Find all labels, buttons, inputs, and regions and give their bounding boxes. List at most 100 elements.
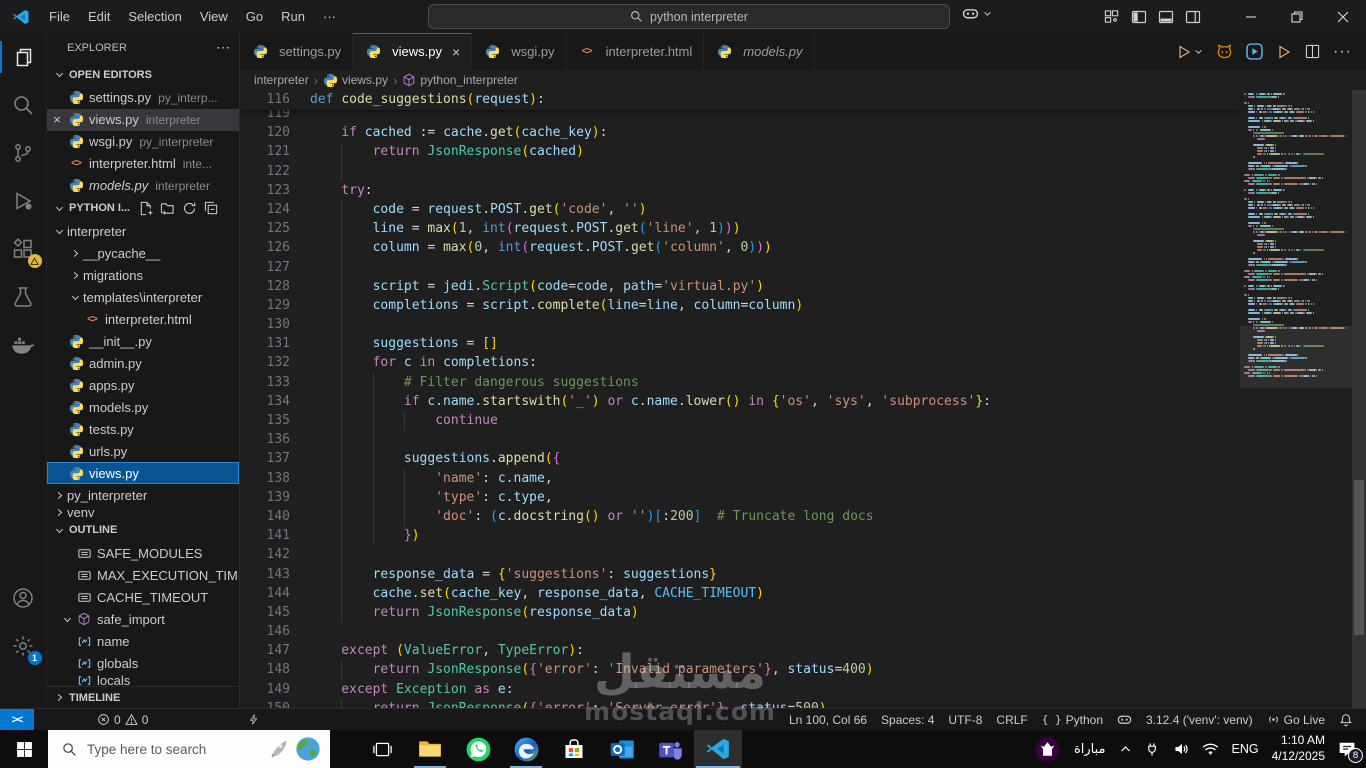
- line-number[interactable]: 144: [240, 584, 290, 603]
- line-number[interactable]: 129: [240, 296, 290, 315]
- code-line-122[interactable]: 122: [240, 161, 1240, 181]
- collapse-all-icon[interactable]: [204, 201, 219, 216]
- line-number[interactable]: 147: [240, 641, 290, 660]
- run-python-file-icon[interactable]: [1176, 44, 1203, 60]
- code-line-124[interactable]: 124 code = request.POST.get('code', ''): [240, 199, 1240, 220]
- menu-run[interactable]: Run: [272, 5, 314, 28]
- toggle-panel-icon[interactable]: [1152, 0, 1179, 33]
- line-number[interactable]: 123: [240, 181, 290, 200]
- tree-item-models.py[interactable]: models.py: [47, 396, 239, 418]
- code-line-144[interactable]: 144 cache.set(cache_key, response_data, C…: [240, 583, 1240, 603]
- thunderbolt-icon[interactable]: [241, 709, 266, 731]
- activity-source-control[interactable]: [0, 129, 47, 177]
- line-number[interactable]: 135: [240, 411, 290, 430]
- tree-item-interpreter.html[interactable]: <> interpreter.html: [47, 308, 239, 330]
- open-editor-wsgi.py[interactable]: wsgi.py py_interpreter: [47, 131, 239, 153]
- premier-league-icon[interactable]: [1034, 736, 1061, 763]
- taskbar-app-outlook[interactable]: [598, 730, 646, 768]
- breadcrumb-interpreter[interactable]: interpreter: [254, 73, 309, 87]
- run-icon[interactable]: [1276, 44, 1292, 60]
- minimap[interactable]: [1240, 90, 1352, 708]
- code-line-132[interactable]: 132 for c in completions:: [240, 353, 1240, 373]
- toggle-secondary-sidebar-icon[interactable]: [1179, 0, 1206, 33]
- outline-item-CACHE_TIMEOUT[interactable]: CACHE_TIMEOUT: [47, 586, 239, 608]
- line-number[interactable]: 141: [240, 526, 290, 545]
- cursor-position[interactable]: Ln 100, Col 66: [782, 709, 874, 731]
- sports-headline[interactable]: مباراة: [1074, 742, 1106, 757]
- tree-item-apps.py[interactable]: apps.py: [47, 374, 239, 396]
- menu-selection[interactable]: Selection: [119, 5, 190, 28]
- tree-item-__pycache__[interactable]: __pycache__: [47, 242, 239, 264]
- chevron-up-icon[interactable]: [1119, 743, 1132, 756]
- speaker-icon[interactable]: [1173, 741, 1189, 757]
- taskbar-app-store[interactable]: [550, 730, 598, 768]
- outline-item-name[interactable]: name: [47, 630, 239, 652]
- encoding[interactable]: UTF-8: [941, 709, 989, 731]
- activity-docker[interactable]: [0, 321, 47, 369]
- code-line-146[interactable]: 146: [240, 622, 1240, 641]
- action-center-icon[interactable]: 8: [1338, 740, 1363, 763]
- close-button[interactable]: [1320, 0, 1366, 33]
- code-line-131[interactable]: 131 suggestions = []: [240, 334, 1240, 354]
- eol-sequence[interactable]: CRLF: [989, 709, 1034, 731]
- line-number[interactable]: 120: [240, 123, 290, 142]
- tree-item-venv[interactable]: venv: [47, 506, 239, 518]
- line-number[interactable]: 130: [240, 315, 290, 334]
- outline-item-locals[interactable]: locals: [47, 674, 239, 686]
- tree-item-admin.py[interactable]: admin.py: [47, 352, 239, 374]
- toggle-sidebar-icon[interactable]: [1125, 0, 1152, 33]
- code-line-128[interactable]: 128 script = jedi.Script(code=code, path=…: [240, 276, 1240, 296]
- code-line-129[interactable]: 129 completions = script.complete(line=li…: [240, 295, 1240, 316]
- close-icon[interactable]: ×: [452, 44, 460, 60]
- code-line-137[interactable]: 137 suggestions.append({: [240, 449, 1240, 469]
- line-number[interactable]: 143: [240, 565, 290, 584]
- code-line-138[interactable]: 138 'name': c.name,: [240, 468, 1240, 488]
- code-line-126[interactable]: 126 column = max(0, int(request.POST.get(…: [240, 238, 1240, 258]
- errors-warnings[interactable]: 0 0: [90, 709, 155, 731]
- tab-views.py[interactable]: views.py ×: [353, 33, 473, 70]
- menu-edit[interactable]: Edit: [79, 5, 119, 28]
- code-line-150[interactable]: 150 return JsonResponse({'error': 'Server…: [240, 698, 1240, 708]
- code-line-133[interactable]: 133 # Filter dangerous suggestions: [240, 372, 1240, 392]
- start-button[interactable]: [0, 730, 48, 768]
- code-line-141[interactable]: 141}): [240, 526, 1240, 546]
- copilot-menu[interactable]: [962, 5, 992, 22]
- more-actions-icon[interactable]: ⋯: [216, 39, 231, 56]
- wifi-icon[interactable]: [1202, 741, 1219, 758]
- outline-header[interactable]: OUTLINE: [47, 518, 239, 542]
- new-folder-icon[interactable]: [160, 201, 175, 216]
- line-number[interactable]: 150: [240, 699, 290, 708]
- tab-models.py[interactable]: models.py: [704, 33, 815, 70]
- taskbar-search[interactable]: Type here to search: [48, 730, 330, 768]
- code-line-135[interactable]: 135 continue: [240, 411, 1240, 431]
- line-number[interactable]: 116: [240, 90, 290, 109]
- task-view-button[interactable]: [358, 730, 406, 768]
- outline-item-safe_import[interactable]: safe_import: [47, 608, 239, 630]
- activity-explorer[interactable]: [0, 33, 47, 81]
- code-line-127[interactable]: 127: [240, 257, 1240, 277]
- new-file-icon[interactable]: [138, 201, 153, 216]
- breadcrumb-python_interpreter[interactable]: python_interpreter: [402, 73, 518, 87]
- line-number[interactable]: 142: [240, 545, 290, 564]
- outline-item-MAX_EXECUTION_TIME[interactable]: MAX_EXECUTION_TIME: [47, 564, 239, 586]
- taskbar-app-teams[interactable]: [646, 730, 694, 768]
- activity-accounts[interactable]: [0, 574, 47, 622]
- line-number[interactable]: 132: [240, 353, 290, 372]
- scrollbar-thumb[interactable]: [1354, 480, 1364, 635]
- tab-interpreter.html[interactable]: <> interpreter.html: [566, 33, 705, 70]
- outline-item-globals[interactable]: globals: [47, 652, 239, 674]
- code-line-145[interactable]: 145 return JsonResponse(response_data): [240, 602, 1240, 623]
- tree-item-templates\interpreter[interactable]: templates\interpreter: [47, 286, 239, 308]
- line-number[interactable]: 137: [240, 449, 290, 468]
- activity-settings[interactable]: 1: [0, 622, 47, 670]
- open-editors-header[interactable]: OPEN EDITORS: [47, 63, 239, 87]
- customize-layout-icon[interactable]: [1098, 0, 1125, 33]
- sticky-scroll-line[interactable]: 116 def code_suggestions(request):: [240, 90, 1240, 110]
- timeline-header[interactable]: TIMELINE: [47, 686, 239, 708]
- open-editor-views.py[interactable]: × views.py interpreter: [47, 108, 239, 131]
- line-number[interactable]: 134: [240, 392, 290, 411]
- code-line-140[interactable]: 140'doc': (c.docstring() or '')[:200] # …: [240, 506, 1240, 527]
- menu-view[interactable]: View: [191, 5, 237, 28]
- code-line-142[interactable]: 142: [240, 545, 1240, 565]
- code-line-120[interactable]: 120 if cached := cache.get(cache_key):: [240, 123, 1240, 142]
